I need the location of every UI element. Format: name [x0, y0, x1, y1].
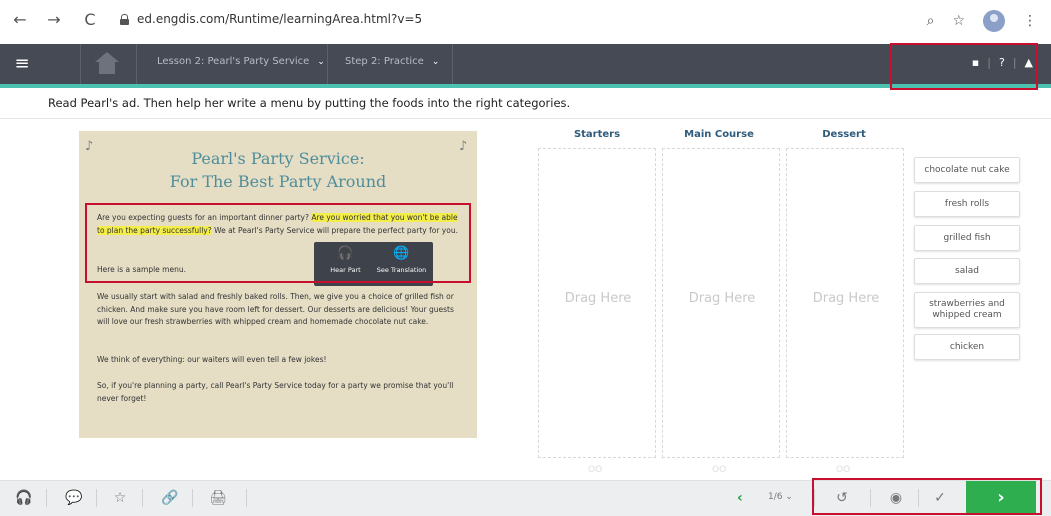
ad-paragraph-5[interactable]: So, if you're planning a party, call Pea…: [97, 380, 462, 405]
reload-icon[interactable]: C: [80, 10, 100, 30]
url-text: ed.engdis.com/Runtime/learningArea.html?…: [137, 12, 423, 26]
draggable-choice[interactable]: salad: [914, 258, 1020, 284]
link-icon[interactable]: 🔗: [160, 488, 180, 508]
headphones-icon[interactable]: 🎧: [14, 488, 34, 508]
hamburger-menu-icon[interactable]: ≡: [10, 52, 34, 76]
nav-divider: [136, 44, 137, 84]
draggable-choice[interactable]: grilled fish: [914, 225, 1020, 251]
home-icon[interactable]: [94, 52, 120, 76]
draggable-choice[interactable]: fresh rolls: [914, 191, 1020, 217]
draggable-choice[interactable]: chocolate nut cake: [914, 157, 1020, 183]
star-icon[interactable]: ☆: [110, 488, 130, 508]
dropzone-main-course[interactable]: Drag Here: [662, 148, 780, 458]
draggable-choice[interactable]: strawberries and whipped cream: [914, 292, 1020, 328]
ad-paragraph-4[interactable]: We think of everything: our waiters will…: [97, 354, 462, 367]
toolbar-divider: [192, 489, 193, 507]
dropzone-dessert[interactable]: Drag Here: [786, 148, 904, 458]
dropzone-counter: OO: [712, 465, 727, 475]
lesson-label: Lesson 2: Pearl's Party Service: [157, 56, 310, 67]
browser-menu-icon[interactable]: ⋮: [1023, 13, 1037, 29]
dropzone-starters[interactable]: Drag Here: [538, 148, 656, 458]
instruction-text: Read Pearl's ad. Then help her write a m…: [48, 96, 571, 110]
column-header-starters: Starters: [573, 129, 621, 140]
printer-icon[interactable]: 🖨: [208, 488, 228, 508]
drag-here-placeholder: Drag Here: [812, 291, 880, 306]
forward-arrow-icon[interactable]: →: [44, 10, 64, 30]
lesson-dropdown[interactable]: Lesson 2: Pearl's Party Service ⌄: [157, 56, 325, 67]
ad-paragraph-3[interactable]: We usually start with salad and freshly …: [97, 291, 462, 329]
bookmark-star-icon[interactable]: ☆: [952, 13, 965, 29]
step-dropdown[interactable]: Step 2: Practice ⌄: [345, 56, 439, 67]
highlight-box-bottom-controls: [812, 478, 1042, 515]
toolbar-divider: [246, 489, 247, 507]
ad-title-line2: For The Best Party Around: [169, 172, 387, 191]
speech-bubble-icon[interactable]: 💬: [64, 488, 84, 508]
nav-divider: [327, 44, 328, 84]
column-header-main-course: Main Course: [684, 129, 754, 140]
nav-divider: [80, 44, 81, 84]
toolbar-divider: [142, 489, 143, 507]
lock-icon: [120, 14, 129, 25]
chevron-down-icon: ⌄: [317, 57, 325, 67]
highlight-box-text: [85, 203, 471, 283]
highlight-box-toolbar: [890, 43, 1038, 90]
drag-here-placeholder: Drag Here: [688, 291, 756, 306]
toolbar-divider: [46, 489, 47, 507]
profile-avatar-icon[interactable]: [983, 10, 1005, 32]
chevron-down-icon: ⌄: [431, 57, 440, 67]
ad-title-line1: Pearl's Party Service:: [191, 149, 365, 168]
address-bar[interactable]: ed.engdis.com/Runtime/learningArea.html?…: [120, 12, 422, 26]
browser-toolbar: ← → C ed.engdis.com/Runtime/learningArea…: [0, 0, 1051, 45]
page-selector[interactable]: 1/6 ⌄: [768, 492, 793, 502]
instruction-divider: [0, 118, 1051, 119]
draggable-choice[interactable]: chicken: [914, 334, 1020, 360]
back-arrow-icon[interactable]: ←: [10, 10, 30, 30]
zoom-icon[interactable]: ⌕: [927, 13, 935, 29]
nav-divider: [452, 44, 453, 84]
toolbar-divider: [96, 489, 97, 507]
drag-here-placeholder: Drag Here: [564, 291, 632, 306]
step-label: Step 2: Practice: [345, 56, 424, 67]
dropzone-counter: OO: [836, 465, 851, 475]
previous-page-icon[interactable]: ‹: [737, 490, 743, 506]
dropzone-counter: OO: [588, 465, 603, 475]
column-header-dessert: Dessert: [822, 129, 866, 140]
